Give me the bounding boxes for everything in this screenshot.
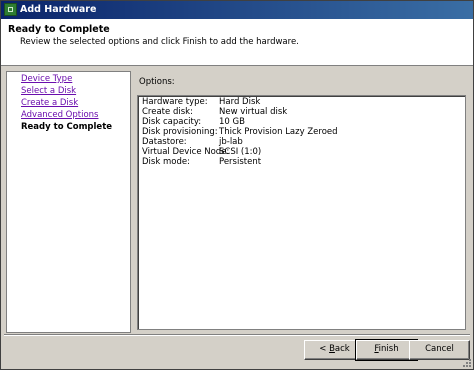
step-ready-to-complete-current: Ready to Complete (21, 122, 113, 132)
summary-value: Persistent (219, 157, 262, 167)
vsphere-app-icon (4, 3, 17, 16)
wizard-header: Ready to Complete Review the selected op… (1, 19, 473, 66)
summary-key: Disk provisioning: (142, 127, 218, 137)
summary-value: Thick Provision Lazy Zeroed (219, 127, 338, 137)
summary-value: Hard Disk (219, 97, 261, 107)
page-subtitle: Review the selected options and click Fi… (20, 37, 299, 47)
step-create-a-disk-link[interactable]: Create a Disk (21, 98, 78, 108)
summary-key: Datastore: (142, 137, 187, 147)
options-label: Options: (139, 77, 175, 87)
summary-value: jb-lab (219, 137, 243, 147)
window-title: Add Hardware (20, 4, 97, 15)
cancel-button-label: Cancel (425, 344, 454, 354)
footer-separator (4, 334, 470, 336)
resize-grip-icon[interactable] (461, 357, 471, 367)
summary-key: Disk mode: (142, 157, 190, 167)
step-advanced-options-link[interactable]: Advanced Options (21, 110, 98, 120)
title-bar[interactable]: Add Hardware (1, 1, 473, 19)
summary-value: 10 GB (219, 117, 245, 127)
summary-value: New virtual disk (219, 107, 288, 117)
summary-value: SCSI (1:0) (219, 147, 262, 157)
add-hardware-window: Add Hardware Ready to Complete Review th… (0, 0, 474, 370)
step-select-a-disk-link[interactable]: Select a Disk (21, 86, 76, 96)
summary-key: Disk capacity: (142, 117, 202, 127)
page-title: Ready to Complete (8, 24, 110, 35)
back-button-prefix: < (319, 344, 330, 354)
options-panel: Options: Hardware type: Hard Disk Create… (133, 71, 467, 333)
summary-key: Create disk: (142, 107, 193, 117)
wizard-steps-panel: Device Type Select a Disk Create a Disk … (6, 71, 131, 333)
step-device-type-link[interactable]: Device Type (21, 74, 72, 84)
finish-button-rest: inish (378, 344, 399, 354)
summary-key: Virtual Device Node: (142, 147, 230, 157)
finish-button[interactable]: Finish (355, 339, 418, 361)
summary-key: Hardware type: (142, 97, 208, 107)
back-button-rest: ack (334, 344, 350, 354)
options-summary-box[interactable]: Hardware type: Hard Disk Create disk: Ne… (137, 95, 466, 330)
